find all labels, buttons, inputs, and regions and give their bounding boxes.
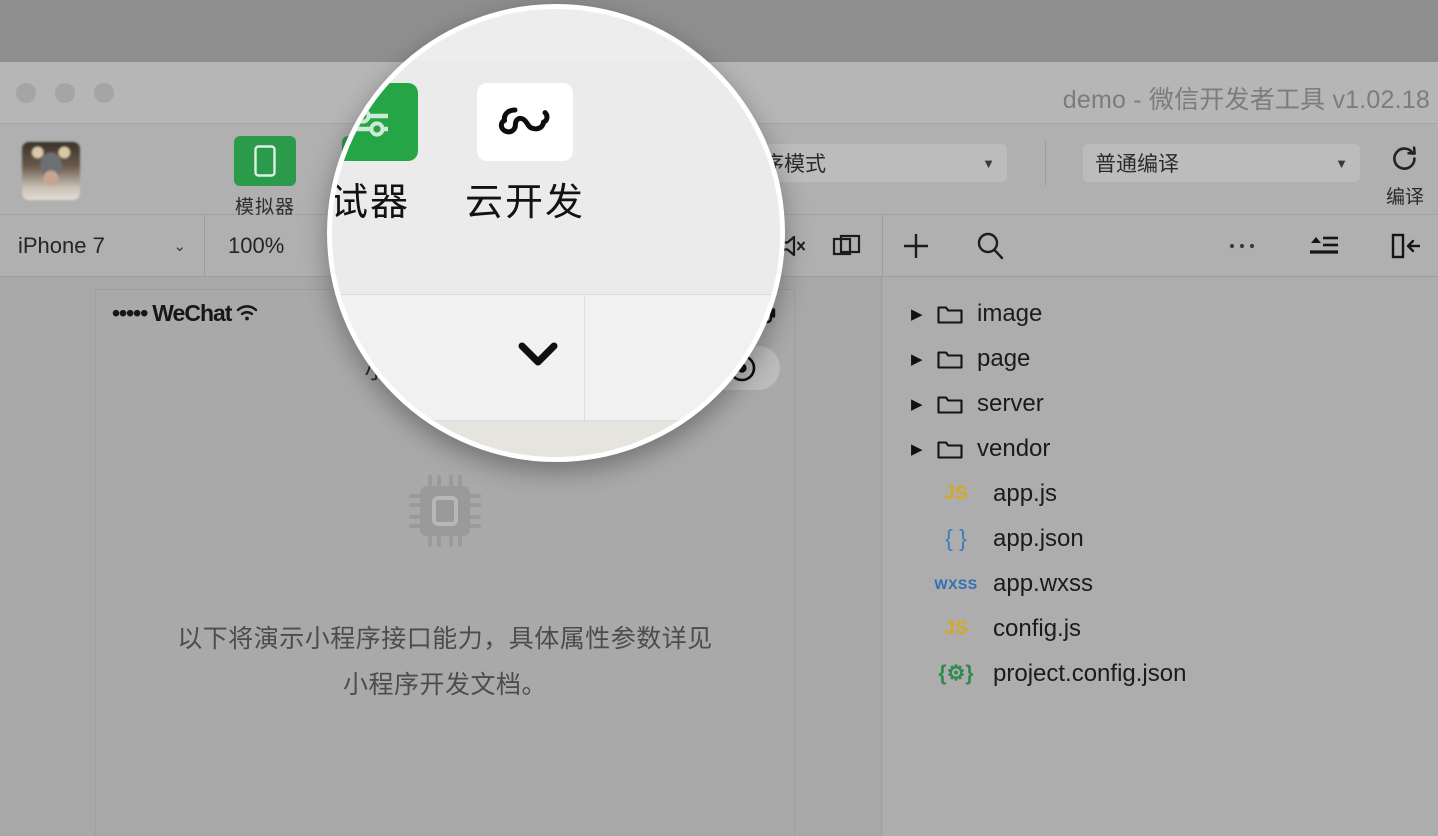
magnifier-content: 试器 云开发 (332, 9, 780, 457)
tree-label: page (977, 344, 1031, 372)
phone-description-line2: 小程序开发文档。 (342, 671, 547, 700)
tree-file-app-js[interactable]: JS app.js (883, 471, 1438, 516)
folder-icon (937, 438, 963, 460)
tree-label: vendor (977, 434, 1051, 462)
sliders-icon (332, 83, 418, 161)
magnified-button-cloud[interactable]: 云开发 (450, 83, 600, 226)
tree-file-config-js[interactable]: JS config.js (883, 606, 1438, 651)
chevron-down-icon: ⌄ (173, 237, 186, 255)
maximize-button[interactable] (94, 83, 114, 103)
js-file-icon: JS (944, 482, 968, 504)
magnified-button-realdevice[interactable]: 试器 (329, 83, 445, 226)
folder-icon (937, 348, 963, 370)
minimize-button[interactable] (55, 83, 75, 103)
chevron-down-icon[interactable] (510, 336, 566, 372)
magnified-subbar (332, 296, 780, 421)
chevron-right-icon[interactable]: ▶ (911, 395, 933, 413)
signal-dots: ••••• (112, 299, 148, 326)
magnified-page-edge (332, 421, 780, 457)
device-select-value: iPhone 7 (18, 232, 105, 258)
close-button[interactable] (16, 83, 36, 103)
magnified-toolbar: 试器 云开发 (332, 61, 780, 295)
tree-file-app-json[interactable]: { } app.json (883, 516, 1438, 561)
search-icon[interactable] (974, 230, 1006, 262)
phone-description: 以下将演示小程序接口能力，具体属性参数详见 小程序开发文档。 (177, 616, 713, 709)
tree-file-project-config-json[interactable]: {⚙} project.config.json (883, 651, 1438, 696)
screen-root: demo - 微信开发者工具 v1.02.18 模拟器 程序模式 ▼ 普通编译 … (0, 0, 1438, 836)
tree-label: config.js (993, 614, 1082, 642)
subbar-divider-b (882, 215, 883, 276)
compile-button[interactable]: 编译 (1376, 136, 1434, 209)
wifi-icon (236, 304, 258, 322)
tree-folder-page[interactable]: ▶ page (883, 336, 1438, 381)
compile-mode-select[interactable]: 普通编译 ▼ (1083, 144, 1360, 182)
cloud-icon (477, 83, 573, 161)
phone-icon (234, 136, 296, 186)
tree-label: project.config.json (993, 659, 1187, 687)
json-file-icon: { } (945, 525, 967, 551)
magnified-label-cloud: 云开发 (464, 182, 585, 224)
tree-file-app-wxss[interactable]: WXSS app.wxss (883, 561, 1438, 606)
window-stack-icon[interactable] (832, 233, 862, 259)
avatar[interactable] (22, 142, 80, 200)
subbar-icons-mid (900, 215, 1006, 276)
chevron-down-icon: ▼ (1335, 155, 1348, 171)
zoom-select-value: 100% (228, 232, 285, 258)
chevron-down-icon: ▼ (982, 155, 995, 171)
tree-folder-server[interactable]: ▶ server (883, 381, 1438, 426)
tree-folder-vendor[interactable]: ▶ vendor (883, 426, 1438, 471)
folder-icon (937, 393, 963, 415)
magnified-label-realdevice: 试器 (329, 182, 410, 224)
folder-icon (937, 303, 963, 325)
panel-toggle-icon[interactable] (1390, 232, 1422, 260)
compile-button-label: 编译 (1385, 187, 1424, 208)
plus-icon[interactable] (900, 230, 932, 262)
tree-label: app.json (993, 524, 1084, 552)
tree-label: app.js (993, 479, 1058, 507)
toolbar-button-simulator[interactable]: 模拟器 (225, 136, 305, 219)
file-tree: ▶ image ▶ page ▶ server ▶ vendor JS app.… (883, 277, 1438, 836)
toolbar-divider-2 (1045, 140, 1046, 186)
chevron-right-icon[interactable]: ▶ (911, 305, 933, 323)
chip-icon (406, 472, 484, 550)
chevron-right-icon[interactable]: ▶ (911, 350, 933, 368)
status-left: ••••• WeChat (112, 300, 258, 327)
collapse-all-icon[interactable] (1308, 234, 1340, 258)
project-config-file-icon: {⚙} (938, 662, 974, 685)
refresh-icon (1376, 136, 1434, 180)
subbar-icons-right (1228, 215, 1422, 276)
window-title: demo - 微信开发者工具 v1.02.18 (1062, 86, 1430, 114)
chevron-right-icon[interactable]: ▶ (911, 440, 933, 458)
tree-label: image (977, 299, 1043, 327)
tree-label: server (977, 389, 1044, 417)
wxss-file-icon: WXSS (934, 575, 978, 592)
phone-description-line1: 以下将演示小程序接口能力，具体属性参数详见 (177, 625, 713, 653)
js-file-icon: JS (944, 617, 968, 639)
tree-label: app.wxss (993, 569, 1094, 597)
magnified-subbar-divider (584, 296, 585, 421)
compile-mode-value: 普通编译 (1095, 153, 1179, 176)
carrier-label: WeChat (152, 299, 232, 326)
traffic-lights (16, 83, 114, 103)
more-icon[interactable] (1228, 241, 1258, 251)
device-select[interactable]: iPhone 7 ⌄ (0, 215, 205, 276)
magnifier-lens: 试器 云开发 (327, 4, 785, 462)
tree-folder-image[interactable]: ▶ image (883, 291, 1438, 336)
